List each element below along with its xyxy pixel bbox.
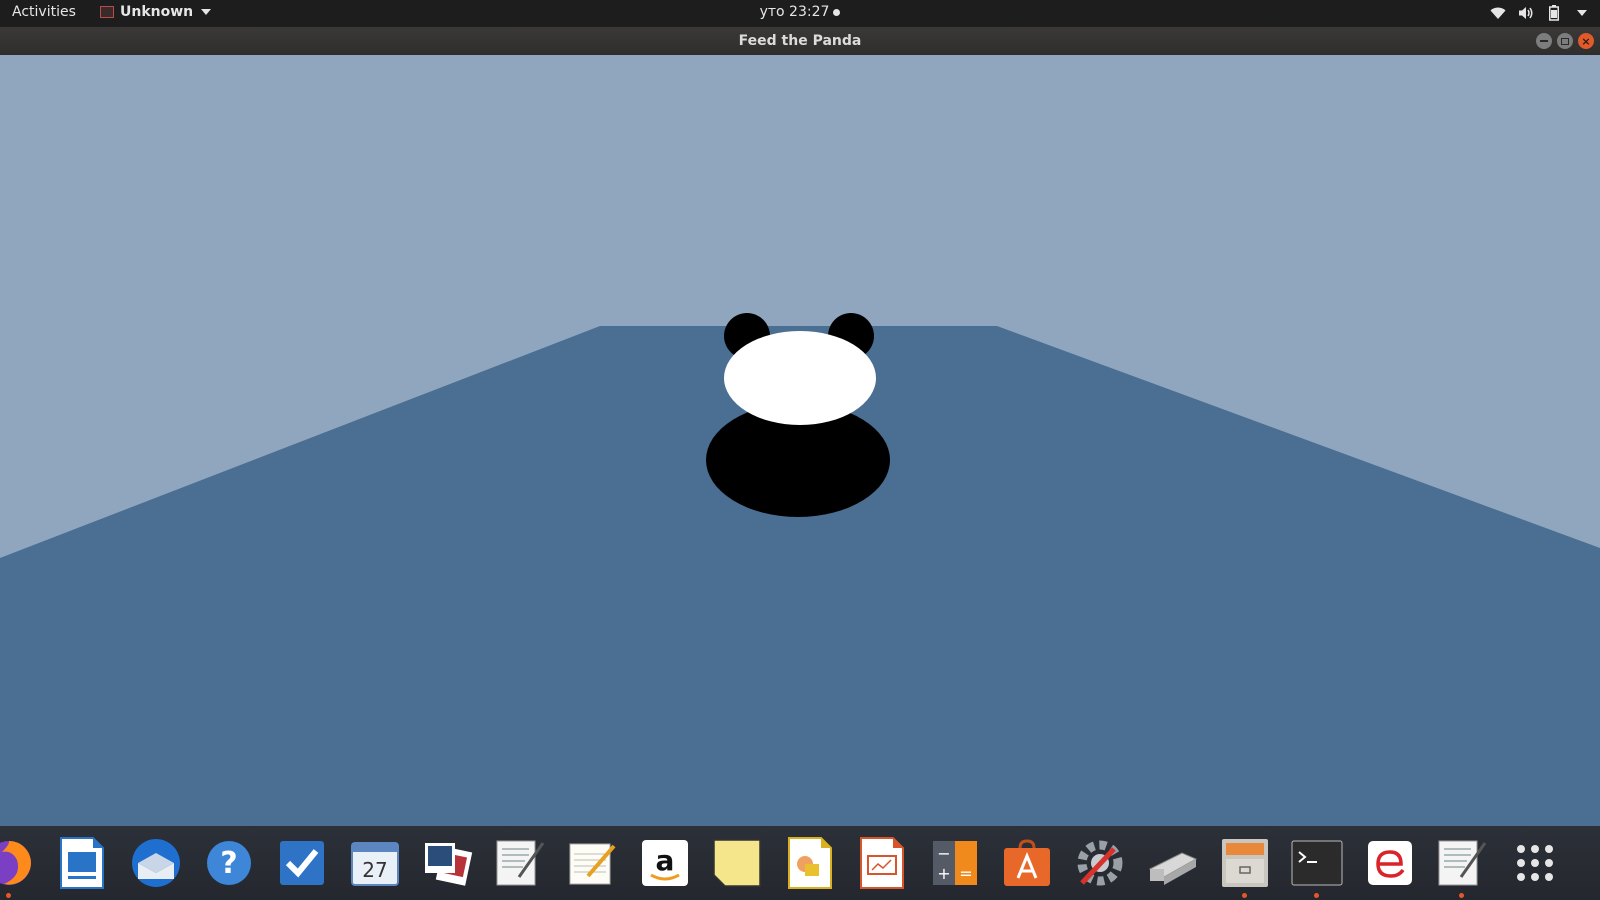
calculator-icon: −+ =	[933, 841, 977, 885]
dock-item-help[interactable]: ?	[202, 836, 256, 890]
app-menu[interactable]: Unknown	[100, 4, 212, 20]
amazon-icon: a	[642, 840, 688, 886]
window-controls: ×	[1536, 33, 1594, 49]
wifi-icon	[1488, 3, 1508, 23]
writer-icon	[60, 837, 104, 889]
dock-item-calculator[interactable]: − + =	[928, 836, 982, 890]
dock-item-text-editor-a[interactable]	[493, 836, 547, 890]
dock-item-impress[interactable]	[855, 836, 909, 890]
dock-item-writer[interactable]	[55, 836, 109, 890]
svg-text:+: +	[937, 864, 950, 883]
dock-item-software-center[interactable]	[1000, 836, 1054, 890]
app-menu-label: Unknown	[120, 4, 194, 20]
panda-head[interactable]	[724, 331, 876, 425]
firefox-icon	[0, 841, 31, 885]
app-grid-icon	[1517, 845, 1553, 881]
clock[interactable]: уто 23:27	[740, 4, 860, 20]
running-indicator	[1459, 893, 1464, 898]
scanner-icon	[1148, 852, 1198, 885]
sticky-notes-icon	[713, 839, 761, 887]
top-bar: Activities Unknown уто 23:27	[0, 0, 1600, 27]
volume-icon	[1516, 3, 1536, 23]
running-indicator	[1314, 893, 1319, 898]
software-center-icon	[1004, 839, 1050, 886]
dock-item-notes[interactable]	[565, 836, 619, 890]
clock-label: уто 23:27	[759, 4, 830, 20]
running-indicator	[6, 893, 11, 898]
dock-item-settings[interactable]	[1073, 836, 1127, 890]
settings-tools-icon	[1077, 840, 1123, 886]
draw-icon	[788, 837, 832, 889]
running-indicator	[1242, 893, 1247, 898]
file-cabinet-icon	[1222, 839, 1268, 887]
maximize-icon	[1561, 37, 1569, 45]
photos-icon	[425, 843, 473, 886]
terminal-icon	[1291, 840, 1343, 886]
dock-item-image-viewer[interactable]	[420, 836, 474, 890]
close-icon: ×	[1581, 34, 1591, 48]
minimize-icon	[1540, 40, 1548, 42]
red-e-icon	[1368, 841, 1412, 885]
dock-item-terminal[interactable]	[1290, 836, 1344, 898]
chevron-down-icon	[201, 9, 212, 15]
calendar-day-label: 27	[362, 858, 387, 882]
dock-item-tasks[interactable]	[275, 836, 329, 890]
thunderbird-icon	[132, 839, 180, 887]
tasks-icon	[280, 841, 324, 885]
svg-text:−: −	[937, 844, 950, 863]
dock-item-remote-app[interactable]	[1363, 836, 1417, 890]
notification-dot-icon	[833, 8, 841, 16]
notepad-icon	[569, 843, 616, 885]
dock-item-show-applications[interactable]	[1508, 836, 1562, 890]
dock-item-scanner[interactable]	[1145, 836, 1199, 890]
impress-icon	[860, 837, 904, 889]
dock-item-sticky-notes[interactable]	[710, 836, 764, 890]
window-titlebar[interactable]: Feed the Panda ×	[0, 27, 1600, 55]
game-scene	[0, 55, 1600, 826]
svg-text:=: =	[959, 864, 972, 883]
document-editor-icon	[496, 840, 545, 886]
dock-item-file-cabinet[interactable]	[1218, 836, 1272, 898]
battery-icon	[1544, 3, 1564, 23]
dock-item-draw[interactable]	[783, 836, 837, 890]
app-menu-icon	[100, 6, 114, 18]
svg-text:?: ?	[220, 846, 237, 881]
game-viewport[interactable]	[0, 55, 1600, 826]
dock: ? 27 a − + =	[0, 826, 1600, 900]
dock-item-calendar[interactable]: 27	[348, 836, 402, 890]
dock-item-firefox[interactable]	[0, 836, 36, 898]
help-icon: ?	[207, 841, 251, 885]
activities-button[interactable]: Activities	[12, 4, 76, 20]
dock-item-amazon[interactable]: a	[638, 836, 692, 890]
dock-item-text-editor-b[interactable]	[1435, 836, 1489, 898]
system-menu-chevron-icon	[1572, 3, 1592, 23]
dock-item-thunderbird[interactable]	[129, 836, 183, 890]
close-button[interactable]: ×	[1578, 33, 1594, 49]
document-editor-icon	[1438, 840, 1487, 886]
system-status-area[interactable]	[1488, 3, 1592, 23]
window-title: Feed the Panda	[738, 33, 862, 49]
amazon-letter: a	[656, 844, 675, 877]
maximize-button[interactable]	[1557, 33, 1573, 49]
calendar-icon: 27	[351, 842, 399, 886]
minimize-button[interactable]	[1536, 33, 1552, 49]
